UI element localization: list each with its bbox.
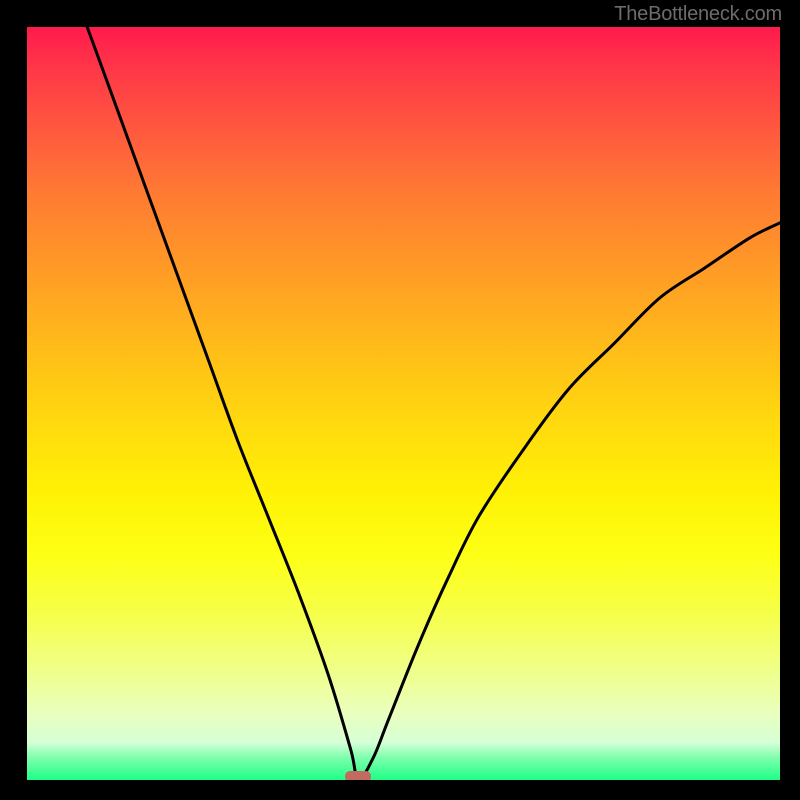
frame-border	[0, 780, 800, 800]
frame-border	[780, 0, 800, 800]
watermark-text: TheBottleneck.com	[614, 3, 782, 26]
frame-border	[0, 0, 27, 800]
bottleneck-curve	[27, 27, 780, 780]
chart-plot-area	[27, 27, 780, 780]
